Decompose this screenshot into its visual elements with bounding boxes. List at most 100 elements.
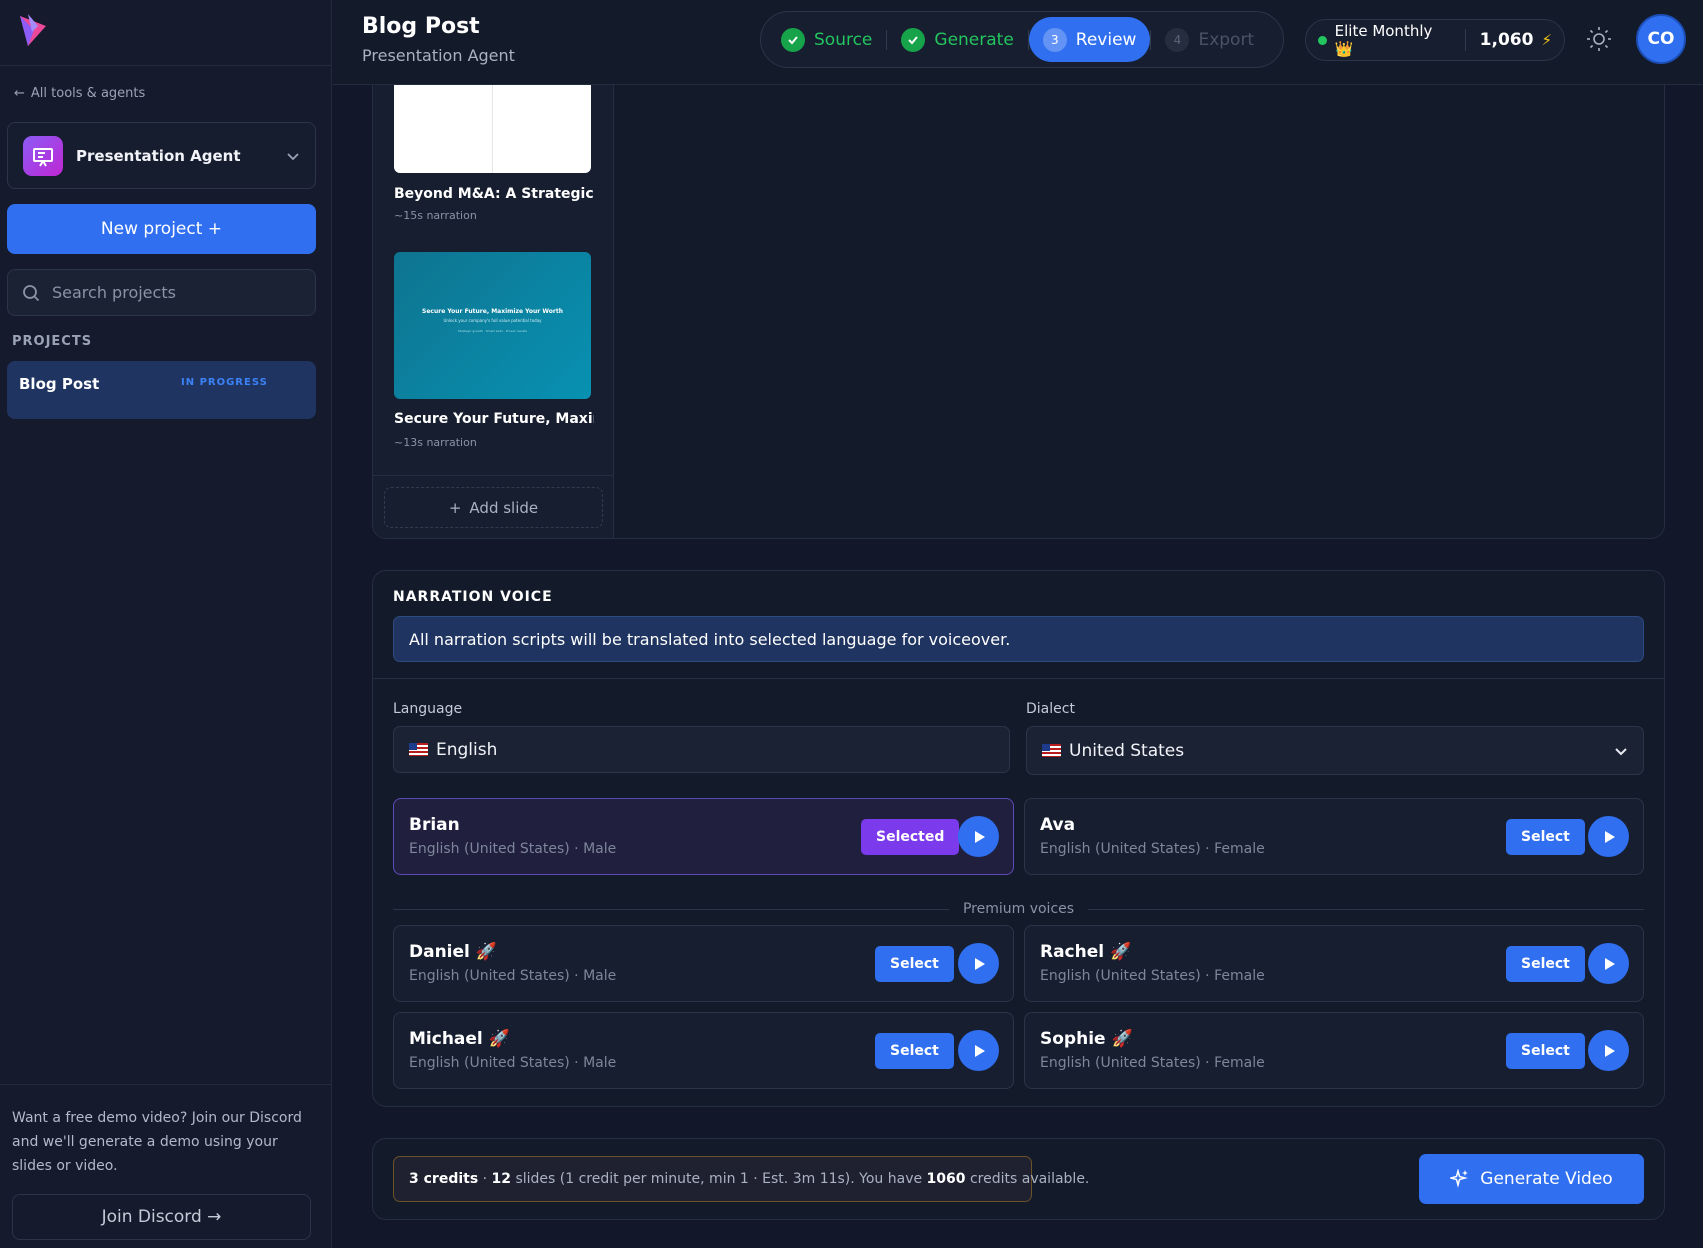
agent-name: Presentation Agent bbox=[76, 146, 241, 165]
step-label: Generate bbox=[934, 29, 1014, 50]
search-projects-input[interactable]: Search projects bbox=[7, 269, 316, 316]
thumb-subtitle: Unlock your company's full value potenti… bbox=[443, 318, 542, 323]
play-icon[interactable] bbox=[958, 1030, 999, 1071]
thumb-title: Secure Your Future, Maximize Your Worth bbox=[422, 308, 563, 315]
dialect-label: Dialect bbox=[1026, 701, 1075, 717]
language-value: English bbox=[436, 739, 498, 760]
available-text: credits available. bbox=[965, 1171, 1090, 1187]
step-label: Export bbox=[1198, 29, 1255, 50]
step-number: 3 bbox=[1042, 27, 1067, 52]
agent-selector[interactable]: Presentation Agent bbox=[7, 122, 316, 189]
slide-list-divider bbox=[373, 475, 614, 476]
step-generate[interactable]: Generate bbox=[887, 17, 1027, 62]
chevron-down-icon bbox=[287, 152, 299, 160]
narration-title: NARRATION VOICE bbox=[393, 589, 553, 605]
generate-video-label: Generate Video bbox=[1480, 1169, 1613, 1189]
sidebar: ← All tools & agents Presentation Agent … bbox=[0, 0, 332, 1248]
app-logo-icon[interactable] bbox=[16, 12, 50, 48]
slides-count: 12 bbox=[491, 1171, 512, 1187]
generate-footer: 3 credits · 12 slides (1 credit per minu… bbox=[372, 1138, 1665, 1220]
sidebar-bottom-divider bbox=[0, 1084, 332, 1085]
plus-icon: + bbox=[448, 498, 462, 517]
top-header: Blog Post Presentation Agent Source Gene… bbox=[333, 0, 1703, 85]
slides-panel: Beyond M&A: A Strategic I... ~15s narrat… bbox=[372, 85, 1665, 539]
bolt-icon: ⚡ bbox=[1541, 31, 1552, 49]
check-icon bbox=[781, 27, 805, 52]
play-icon[interactable] bbox=[1588, 816, 1629, 857]
credits-count: 1,060 bbox=[1479, 30, 1534, 50]
play-icon[interactable] bbox=[958, 816, 999, 857]
slide-thumbnail-1[interactable] bbox=[394, 85, 591, 173]
available-credits: 1060 bbox=[926, 1171, 966, 1187]
step-review[interactable]: 3 Review bbox=[1028, 17, 1151, 62]
us-flag-icon bbox=[409, 743, 428, 756]
user-avatar[interactable]: CO bbox=[1636, 14, 1686, 64]
all-tools-link[interactable]: ← All tools & agents bbox=[14, 86, 145, 101]
voice-card-michael[interactable]: Michael 🚀 English (United States) · Male… bbox=[393, 1012, 1014, 1089]
step-export[interactable]: 4 Export bbox=[1151, 17, 1268, 62]
language-label: Language bbox=[393, 701, 463, 717]
select-button[interactable]: Select bbox=[875, 1033, 954, 1069]
us-flag-icon bbox=[1042, 744, 1061, 757]
premium-voices-divider: Premium voices bbox=[393, 899, 1644, 919]
sun-icon[interactable] bbox=[1586, 26, 1612, 52]
add-slide-label: Add slide bbox=[469, 498, 539, 517]
narration-voice-panel: NARRATION VOICE All narration scripts wi… bbox=[372, 570, 1665, 1107]
voice-card-ava[interactable]: Ava English (United States) · Female Sel… bbox=[1024, 798, 1644, 875]
join-discord-button[interactable]: Join Discord → bbox=[12, 1194, 311, 1240]
separator: · bbox=[478, 1171, 492, 1187]
generate-video-button[interactable]: Generate Video bbox=[1419, 1154, 1644, 1204]
step-label: Source bbox=[814, 29, 873, 50]
workflow-stepper: Source Generate 3 Review 4 Export bbox=[760, 11, 1284, 68]
narration-info-text: All narration scripts will be translated… bbox=[409, 629, 1011, 649]
slide-list: Beyond M&A: A Strategic I... ~15s narrat… bbox=[373, 85, 614, 538]
play-icon[interactable] bbox=[958, 943, 999, 984]
play-icon[interactable] bbox=[1588, 1030, 1629, 1071]
slides-text: slides (1 credit per minute, min 1 · Est… bbox=[511, 1171, 927, 1187]
language-field[interactable]: English bbox=[393, 726, 1010, 773]
page-title: Blog Post bbox=[362, 14, 480, 39]
all-tools-label: All tools & agents bbox=[30, 86, 146, 101]
select-button[interactable]: Select bbox=[1506, 1033, 1585, 1069]
projects-heading: PROJECTS bbox=[12, 334, 93, 349]
plan-credits-pill[interactable]: Elite Monthly 👑 1,060 ⚡ bbox=[1305, 19, 1565, 61]
dialect-select[interactable]: United States bbox=[1026, 726, 1644, 775]
thumb-lines: Strategic growth · Smart exits · Proven … bbox=[457, 329, 528, 333]
credits-cost: 3 credits bbox=[409, 1171, 479, 1187]
page-subtitle: Presentation Agent bbox=[362, 46, 515, 65]
slide-thumbnail-2[interactable]: Secure Your Future, Maximize Your Worth … bbox=[394, 252, 591, 399]
dialect-value: United States bbox=[1069, 740, 1185, 761]
narration-divider bbox=[373, 678, 1664, 679]
status-dot-icon bbox=[1318, 35, 1327, 45]
voice-card-brian[interactable]: Brian English (United States) · Male Sel… bbox=[393, 798, 1014, 875]
new-project-button[interactable]: New project + bbox=[7, 204, 316, 254]
premium-voices-label: Premium voices bbox=[962, 901, 1075, 917]
search-placeholder: Search projects bbox=[52, 283, 176, 302]
select-button[interactable]: Select bbox=[1506, 946, 1585, 982]
add-slide-button[interactable]: + Add slide bbox=[384, 487, 603, 528]
voice-card-rachel[interactable]: Rachel 🚀 English (United States) · Femal… bbox=[1024, 925, 1644, 1002]
sidebar-divider bbox=[0, 65, 332, 66]
sparkle-icon bbox=[1450, 1169, 1469, 1188]
slide-title-1: Beyond M&A: A Strategic I... bbox=[394, 186, 594, 202]
voice-card-sophie[interactable]: Sophie 🚀 English (United States) · Femal… bbox=[1024, 1012, 1644, 1089]
cost-summary: 3 credits · 12 slides (1 credit per minu… bbox=[393, 1156, 1089, 1202]
step-number: 4 bbox=[1165, 27, 1190, 52]
narration-info-banner: All narration scripts will be translated… bbox=[393, 616, 1644, 662]
select-button[interactable]: Select bbox=[1506, 819, 1585, 855]
step-source[interactable]: Source bbox=[767, 17, 886, 62]
voice-card-daniel[interactable]: Daniel 🚀 English (United States) · Male … bbox=[393, 925, 1014, 1002]
play-icon[interactable] bbox=[1588, 943, 1629, 984]
project-item-blog-post[interactable]: Blog Post IN PROGRESS bbox=[7, 361, 316, 419]
project-status-badge: IN PROGRESS bbox=[181, 377, 268, 388]
arrow-left-icon: ← bbox=[14, 86, 25, 101]
select-button[interactable]: Select bbox=[875, 946, 954, 982]
discord-promo-text: Want a free demo video? Join our Discord… bbox=[12, 1110, 302, 1174]
slide-duration-1: ~15s narration bbox=[394, 209, 477, 222]
plan-name: Elite Monthly 👑 bbox=[1334, 22, 1433, 58]
check-icon bbox=[901, 27, 926, 52]
search-icon bbox=[23, 284, 40, 301]
pill-separator bbox=[1464, 29, 1466, 51]
chevron-down-icon bbox=[1615, 747, 1627, 755]
selected-button[interactable]: Selected bbox=[861, 819, 960, 855]
